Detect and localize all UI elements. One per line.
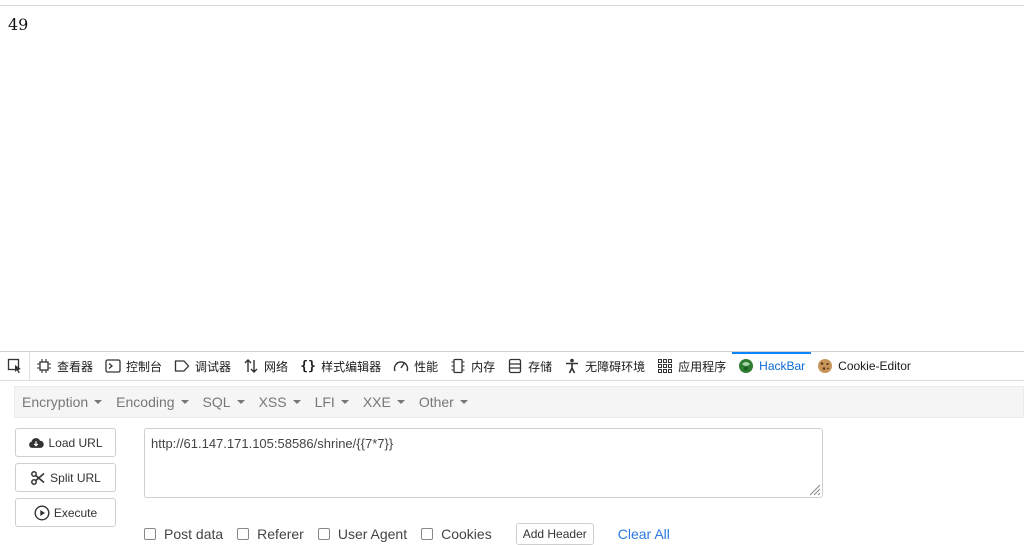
tab-label: 无障碍环境 <box>585 359 646 374</box>
referer-option[interactable]: Referer <box>237 526 304 542</box>
caret-down-icon <box>94 400 103 404</box>
tab-storage[interactable]: 存储 <box>501 352 558 381</box>
page-output-text: 49 <box>8 15 29 34</box>
referer-checkbox[interactable] <box>237 528 250 540</box>
viewport-top-border <box>0 5 1024 6</box>
option-label: Post data <box>164 526 224 542</box>
hackbar-menu-bar: Encryption Encoding SQL XSS LFI XXE Othe… <box>14 386 1024 418</box>
application-icon <box>657 358 673 374</box>
tab-style-editor[interactable]: {} 样式编辑器 <box>294 352 387 381</box>
tab-label: 内存 <box>471 359 496 374</box>
menu-label: XXE <box>362 394 391 410</box>
tab-label: 应用程序 <box>678 359 727 374</box>
tab-debugger[interactable]: 调试器 <box>168 352 237 381</box>
user-agent-option[interactable]: User Agent <box>317 526 408 542</box>
tab-label: 存储 <box>528 359 553 374</box>
caret-down-icon <box>340 400 349 404</box>
tab-label: Cookie-Editor <box>838 359 911 373</box>
tab-label: HackBar <box>759 359 806 373</box>
network-icon <box>243 358 259 374</box>
user-agent-checkbox[interactable] <box>317 528 330 540</box>
tab-hackbar[interactable]: HackBar <box>732 351 812 381</box>
cookies-checkbox[interactable] <box>421 528 434 540</box>
clear-all-link[interactable]: Clear All <box>618 526 670 542</box>
inspector-icon <box>36 358 52 374</box>
button-label: Load URL <box>48 435 103 450</box>
url-input-value: http://61.147.171.105:58586/shrine/{{7*7… <box>151 436 394 451</box>
menu-xxe[interactable]: XXE <box>356 386 412 418</box>
post-data-checkbox[interactable] <box>144 528 156 540</box>
element-picker-icon[interactable] <box>0 351 30 381</box>
tab-network[interactable]: 网络 <box>237 352 294 381</box>
tab-application[interactable]: 应用程序 <box>651 352 732 381</box>
memory-icon <box>450 358 466 374</box>
caret-down-icon <box>236 400 245 404</box>
tab-console[interactable]: 控制台 <box>99 352 168 381</box>
cookies-option[interactable]: Cookies <box>421 526 492 542</box>
performance-icon <box>393 358 409 374</box>
menu-label: LFI <box>314 394 335 410</box>
console-icon <box>105 358 121 374</box>
menu-sql[interactable]: SQL <box>196 386 252 418</box>
button-label: Split URL <box>50 470 101 485</box>
tab-label: 控制台 <box>126 359 163 374</box>
menu-label: Encryption <box>22 394 89 410</box>
option-label: Referer <box>257 526 304 542</box>
execute-button[interactable]: Execute <box>15 498 116 527</box>
option-label: User Agent <box>337 526 408 542</box>
option-label: Cookies <box>441 526 492 542</box>
menu-encoding[interactable]: Encoding <box>109 386 195 418</box>
tab-accessibility[interactable]: 无障碍环境 <box>558 352 651 381</box>
load-url-button[interactable]: Load URL <box>15 428 116 457</box>
menu-label: SQL <box>202 394 231 410</box>
split-url-button[interactable]: Split URL <box>15 463 116 492</box>
tab-cookie-editor[interactable]: Cookie-Editor <box>811 352 917 381</box>
caret-down-icon <box>396 400 405 404</box>
accessibility-icon <box>564 358 580 374</box>
tab-label: 查看器 <box>57 359 94 374</box>
tab-label: 样式编辑器 <box>321 359 382 374</box>
play-circle-icon <box>34 504 50 521</box>
menu-other[interactable]: Other <box>412 386 475 418</box>
menu-label: XSS <box>258 394 287 410</box>
button-label: Execute <box>53 505 98 520</box>
add-header-button[interactable]: Add Header <box>515 523 594 545</box>
cloud-download-icon <box>28 435 45 451</box>
menu-encryption[interactable]: Encryption <box>15 386 109 418</box>
style-editor-icon: {} <box>300 358 316 374</box>
menu-label: Encoding <box>116 394 175 410</box>
storage-icon <box>507 358 523 374</box>
debugger-icon <box>174 358 190 374</box>
tab-label: 性能 <box>414 359 439 374</box>
tab-label: 调试器 <box>195 359 232 374</box>
cookie-icon <box>817 358 833 374</box>
menu-lfi[interactable]: LFI <box>308 386 356 418</box>
hackbar-icon <box>738 358 754 374</box>
scissors-icon <box>30 470 46 486</box>
tab-performance[interactable]: 性能 <box>387 352 444 381</box>
hackbar-options-row: Post data Referer User Agent Cookies Add… <box>144 523 670 545</box>
caret-down-icon <box>292 400 301 404</box>
post-data-option[interactable]: Post data <box>144 526 223 542</box>
caret-down-icon <box>459 400 468 404</box>
devtools-tab-bar: 查看器 控制台 调试器 网络 {} 样式编辑器 性能 内存 存储 无障碍环境 应… <box>0 351 1024 381</box>
tab-label: 网络 <box>264 359 289 374</box>
resize-grip-icon[interactable] <box>807 482 821 496</box>
tab-inspector[interactable]: 查看器 <box>30 352 99 381</box>
menu-xss[interactable]: XSS <box>252 386 308 418</box>
caret-down-icon <box>180 400 189 404</box>
menu-label: Other <box>418 394 454 410</box>
url-input[interactable]: http://61.147.171.105:58586/shrine/{{7*7… <box>144 428 823 498</box>
tab-memory[interactable]: 内存 <box>444 352 501 381</box>
